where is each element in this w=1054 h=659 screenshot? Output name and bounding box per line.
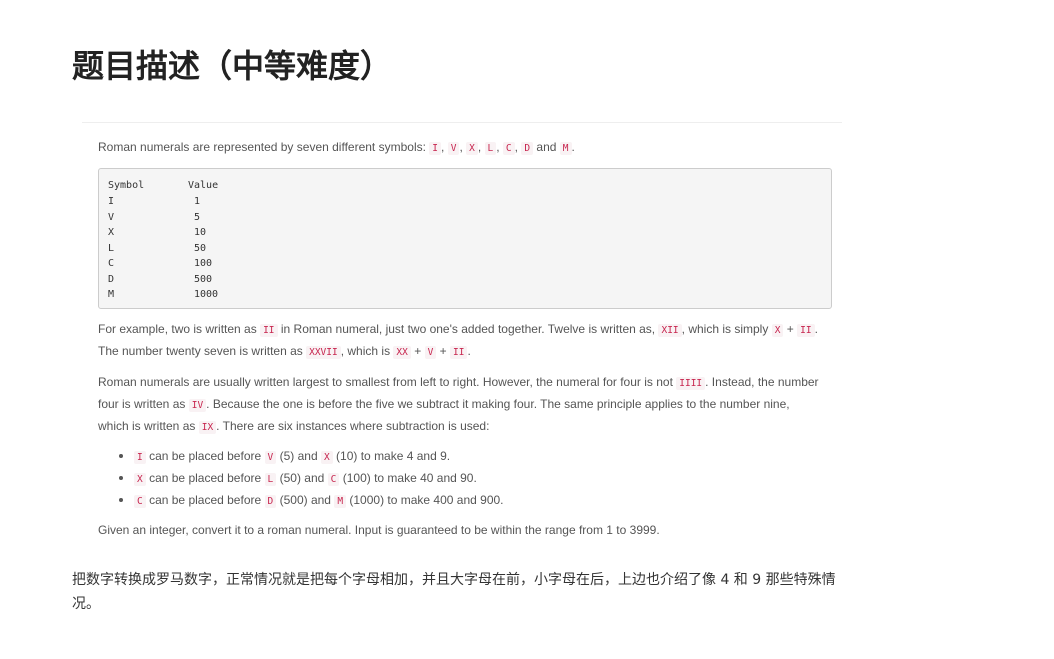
symbol-code: L: [484, 142, 497, 155]
rule-text: (10) to make 4 and 9.: [336, 449, 451, 463]
plus-sign: +: [414, 344, 422, 358]
order-text: Roman numerals are usually written large…: [98, 375, 673, 389]
numeral-code: II: [797, 324, 815, 337]
symbol-code: M: [559, 142, 572, 155]
order-text: . Because the one is before the five we …: [206, 397, 790, 411]
rule-text: can be placed before: [149, 471, 262, 485]
order-text: four is written as: [98, 397, 186, 411]
table-cell-value: 100: [194, 258, 213, 269]
example-text: The number twenty seven is written as: [98, 344, 303, 358]
table-header-row: Symbol Value: [108, 178, 308, 194]
numeral-code: M: [334, 495, 347, 508]
numeral-code: D: [264, 495, 277, 508]
numeral-code: II: [260, 324, 278, 337]
order-line-2: four is written as IV. Because the one i…: [98, 397, 790, 412]
plus-sign: +: [786, 322, 794, 336]
numeral-code: X: [771, 324, 784, 337]
numeral-code: L: [264, 473, 277, 486]
table-cell-symbol: M: [108, 289, 115, 300]
numeral-code: V: [424, 346, 437, 359]
numeral-code: V: [264, 451, 277, 464]
numeral-code: II: [450, 346, 468, 359]
order-text: which is written as: [98, 419, 196, 433]
example-line-2: The number twenty seven is written as XX…: [98, 344, 471, 359]
summary-paragraph: 把数字转换成罗马数字，正常情况就是把每个字母相加，并且大字母在前，小字母在后，上…: [72, 572, 836, 612]
symbol-code: D: [521, 142, 534, 155]
period: .: [571, 140, 575, 154]
rule-text: can be placed before: [149, 493, 262, 507]
numeral-code: IV: [188, 399, 207, 412]
numeral-code: I: [134, 451, 146, 464]
table-cell-symbol: L: [108, 242, 115, 254]
table-row: M 1000: [108, 287, 308, 303]
order-line-3: which is written as IX. There are six in…: [98, 419, 490, 434]
table-row: I 1: [108, 194, 308, 210]
rule-text: (100) to make 40 and 90.: [342, 471, 477, 485]
table-row: X 10: [108, 225, 308, 241]
numeral-code: IX: [198, 421, 217, 434]
symbol-code: I: [429, 142, 442, 155]
order-line-1: Roman numerals are usually written large…: [98, 375, 819, 390]
numeral-code: XX: [393, 346, 411, 359]
period: .: [467, 344, 471, 358]
rule-text: (1000) to make 400 and 900.: [349, 493, 504, 507]
table-cell-symbol: V: [108, 211, 115, 223]
table-header-value: Value: [188, 180, 219, 191]
symbol-code: V: [447, 142, 460, 155]
example-text: , which is: [340, 344, 391, 358]
example-line-1: For example, two is written as II in Rom…: [98, 322, 818, 337]
table-cell-value: 50: [194, 242, 207, 254]
rule-text: can be placed before: [149, 449, 262, 463]
numeral-code: C: [134, 495, 146, 508]
table-cell-value: 5: [194, 211, 201, 223]
table-row: D 500: [108, 272, 308, 288]
plus-sign: +: [439, 344, 447, 358]
table-cell-symbol: C: [108, 258, 115, 269]
symbol-code: C: [502, 142, 515, 155]
bullet-icon: [119, 498, 123, 502]
symbol-value-table: Symbol Value I 1 V 5 X 10 L 50 C 100 D 5…: [98, 168, 832, 309]
table-cell-value: 1000: [194, 289, 219, 300]
numeral-code: IIII: [676, 377, 706, 390]
table-row: L 50: [108, 241, 308, 257]
table-cell-value: 1: [194, 196, 201, 207]
order-text: . There are six instances where subtract…: [216, 419, 490, 433]
table-header-symbol: Symbol: [108, 180, 145, 191]
numeral-code: XXVII: [306, 346, 341, 359]
list-item: X can be placed before L (50) and C (100…: [106, 467, 504, 489]
table-cell-value: 10: [194, 227, 207, 238]
table-cell-symbol: X: [108, 227, 115, 238]
symbol-code: X: [466, 142, 478, 155]
numeral-code: XII: [658, 324, 682, 337]
example-text: in Roman numeral, just two one's added t…: [280, 322, 656, 336]
rule-text: (50) and: [279, 471, 325, 485]
order-text: . Instead, the number: [705, 375, 819, 389]
table-row: V 5: [108, 210, 308, 226]
table-cell-symbol: I: [108, 196, 115, 207]
bullet-icon: [119, 476, 123, 480]
bullet-icon: [119, 454, 123, 458]
list-item: I can be placed before V (5) and X (10) …: [106, 445, 504, 467]
and-word: and: [536, 140, 557, 154]
rule-text: (5) and: [279, 449, 318, 463]
table-row: C 100: [108, 256, 308, 272]
period: .: [814, 322, 818, 336]
rule-text: (500) and: [279, 493, 331, 507]
intro-paragraph: Roman numerals are represented by seven …: [98, 140, 575, 155]
problem-description-image: Roman numerals are represented by seven …: [82, 122, 842, 553]
subtraction-rules-list: I can be placed before V (5) and X (10) …: [106, 445, 504, 511]
intro-text: Roman numerals are represented by seven …: [98, 140, 426, 154]
table-cell-value: 500: [194, 273, 213, 285]
numeral-code: C: [327, 473, 340, 486]
numeral-code: X: [320, 451, 333, 464]
numeral-code: X: [134, 473, 146, 486]
task-statement: Given an integer, convert it to a roman …: [98, 523, 660, 537]
table-cell-symbol: D: [108, 273, 115, 285]
list-item: C can be placed before D (500) and M (10…: [106, 489, 504, 511]
example-text: For example, two is written as: [98, 322, 257, 336]
example-text: , which is simply: [681, 322, 769, 336]
page-title: 题目描述（中等难度）: [72, 47, 393, 85]
